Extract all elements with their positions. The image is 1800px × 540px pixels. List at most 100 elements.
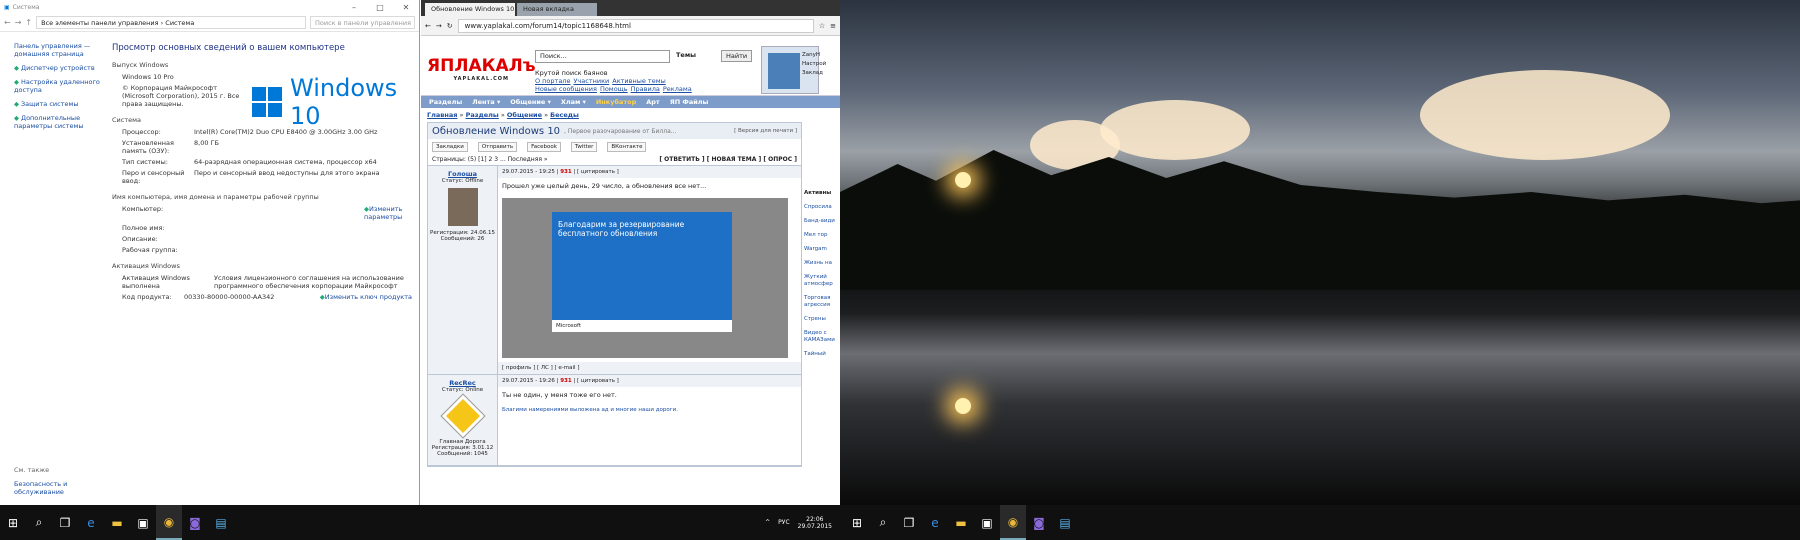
pages-text[interactable]: Страницы: (5) [1] 2 3 ... Последняя » (432, 156, 548, 163)
store-icon[interactable]: ▣ (974, 505, 1000, 540)
share-send[interactable]: Отправить (477, 141, 518, 152)
path-field[interactable]: Все элементы панели управления › Система (36, 16, 306, 29)
crumb-home[interactable]: Главная (427, 111, 457, 119)
nav-incubator[interactable]: Инкубатор (596, 98, 636, 106)
license-link[interactable]: Условия лицензионного соглашения на испо… (214, 274, 412, 290)
url-input[interactable]: www.yaplakal.com/forum14/topic1168648.ht… (457, 18, 814, 33)
post-rating[interactable]: 931 (560, 169, 571, 175)
window-icon[interactable]: ▤ (208, 505, 234, 540)
avatar[interactable] (768, 53, 800, 89)
active-item[interactable]: Видео с КАМАЗами (804, 330, 840, 344)
change-key-link[interactable]: ◆Изменить ключ продукта (320, 293, 412, 301)
active-item[interactable]: Wargam (804, 246, 840, 253)
author-name[interactable]: RecRec (428, 379, 497, 387)
advanced-link[interactable]: ◆ Дополнительные параметры системы (14, 114, 104, 130)
nav-feed[interactable]: Лента ▾ (472, 98, 500, 106)
maximize-button[interactable]: □ (367, 3, 393, 12)
quote-link[interactable]: [ цитировать ] (577, 169, 619, 175)
quote-link[interactable]: [ цитировать ] (577, 378, 619, 384)
windows-icon[interactable]: ⊞ (844, 505, 870, 540)
home-link[interactable]: Панель управления — домашняя страница (14, 42, 104, 58)
topic-actions[interactable]: [ ОТВЕТИТЬ ] [ НОВАЯ ТЕМА ] [ ОПРОС ] (659, 156, 797, 163)
language-indicator[interactable]: РУС (778, 519, 789, 526)
share-vk[interactable]: ВКонтакте (607, 141, 647, 152)
edge-icon[interactable]: e (78, 505, 104, 540)
change-params-link[interactable]: ◆Изменить параметры (364, 205, 412, 221)
nav-art[interactable]: Арт (646, 98, 659, 106)
chrome-icon[interactable]: ◉ (1000, 505, 1026, 540)
shield-icon: ◆ (14, 100, 19, 108)
menu-icon[interactable]: ≡ (830, 22, 836, 30)
window-icon[interactable]: ▤ (1052, 505, 1078, 540)
search-icon[interactable]: ⌕ (26, 505, 52, 540)
active-item[interactable]: Мел тор (804, 232, 840, 239)
active-item[interactable]: Стрены (804, 316, 840, 323)
crumb-chats[interactable]: Беседы (550, 111, 579, 119)
find-button[interactable]: Найти (721, 50, 753, 62)
crumb-sections[interactable]: Разделы (466, 111, 499, 119)
security-link[interactable]: Безопасность и обслуживание (14, 480, 74, 496)
print-link[interactable]: [ Версия для печати ] (734, 128, 797, 134)
app-icon[interactable]: ◙ (182, 505, 208, 540)
minimize-button[interactable]: – (341, 3, 367, 12)
explorer-icon[interactable]: ▬ (948, 505, 974, 540)
post-footer[interactable]: [ профиль ] [ ЛС ] [ e-mail ] (498, 362, 801, 374)
tray-chevron-icon[interactable]: ^ (765, 519, 770, 526)
up-icon[interactable]: ↑ (25, 18, 32, 27)
link-active[interactable]: Активные темы (612, 77, 665, 85)
post-rating[interactable]: 931 (560, 378, 571, 384)
share-bookmarks[interactable]: Закладки (432, 141, 468, 152)
share-twitter[interactable]: Twitter (570, 141, 598, 152)
link-about[interactable]: О портале (535, 77, 570, 85)
author-name[interactable]: Голоша (428, 170, 497, 178)
forward-icon[interactable]: → (15, 18, 22, 27)
crumb-talk[interactable]: Общение (507, 111, 542, 119)
themes-select[interactable]: Темы (676, 51, 696, 59)
close-button[interactable]: ✕ (393, 3, 419, 12)
breadcrumb: Главная » Разделы » Общение » Беседы (427, 111, 579, 119)
chrome-icon[interactable]: ◉ (156, 505, 182, 540)
task-view-icon[interactable]: ❐ (896, 505, 922, 540)
site-search-input[interactable]: Поиск... (535, 50, 670, 63)
forward-icon[interactable]: → (436, 22, 442, 30)
nav-junk[interactable]: Хлам ▾ (561, 98, 586, 106)
share-facebook[interactable]: Facebook (527, 141, 561, 152)
active-item[interactable]: Тайный (804, 351, 840, 358)
app-icon[interactable]: ◙ (1026, 505, 1052, 540)
user-bookmarks[interactable]: Заклад (802, 69, 826, 78)
windows-icon[interactable]: ⊞ (0, 505, 26, 540)
user-name[interactable]: ZanyH (802, 51, 826, 60)
link-rules[interactable]: Правила (631, 85, 660, 93)
star-icon[interactable]: ☆ (819, 22, 825, 30)
edge-icon[interactable]: e (922, 505, 948, 540)
link-ads[interactable]: Реклама (663, 85, 692, 93)
search-icon[interactable]: ⌕ (870, 505, 896, 540)
clock[interactable]: 22:06 29.07.2015 (798, 516, 832, 530)
device-manager-link[interactable]: ◆ Диспетчер устройств (14, 64, 104, 72)
tab-new[interactable]: Новая вкладка (517, 3, 597, 16)
site-logo[interactable]: ЯПЛАКАЛъ YAPLAKAL.COM (427, 56, 536, 82)
remote-link[interactable]: ◆ Настройка удаленного доступа (14, 78, 104, 94)
user-settings[interactable]: Настрой (802, 60, 826, 69)
active-item[interactable]: Спросила (804, 204, 840, 211)
post-image[interactable]: Благодарим за резервирование бесплатного… (502, 198, 788, 358)
back-icon[interactable]: ← (4, 18, 11, 27)
link-help[interactable]: Помощь (600, 85, 628, 93)
nav-talk[interactable]: Общение ▾ (510, 98, 551, 106)
store-icon[interactable]: ▣ (130, 505, 156, 540)
tab-active[interactable]: Обновление Windows 10... (425, 3, 515, 16)
link-members[interactable]: Участники (573, 77, 609, 85)
active-item[interactable]: Банд-аиди (804, 218, 840, 225)
link-new[interactable]: Новые сообщения (535, 85, 597, 93)
active-item[interactable]: Жуткий атмосфер (804, 274, 840, 288)
active-item[interactable]: Торговая агрессия (804, 295, 840, 309)
explorer-icon[interactable]: ▬ (104, 505, 130, 540)
nav-files[interactable]: ЯП Файлы (670, 98, 709, 106)
active-item[interactable]: Жизнь на (804, 260, 840, 267)
back-icon[interactable]: ← (425, 22, 431, 30)
nav-sections[interactable]: Разделы (429, 98, 462, 106)
reload-icon[interactable]: ↻ (447, 22, 453, 30)
search-input[interactable]: Поиск в панели управления (310, 16, 415, 29)
task-view-icon[interactable]: ❐ (52, 505, 78, 540)
protection-link[interactable]: ◆ Защита системы (14, 100, 104, 108)
